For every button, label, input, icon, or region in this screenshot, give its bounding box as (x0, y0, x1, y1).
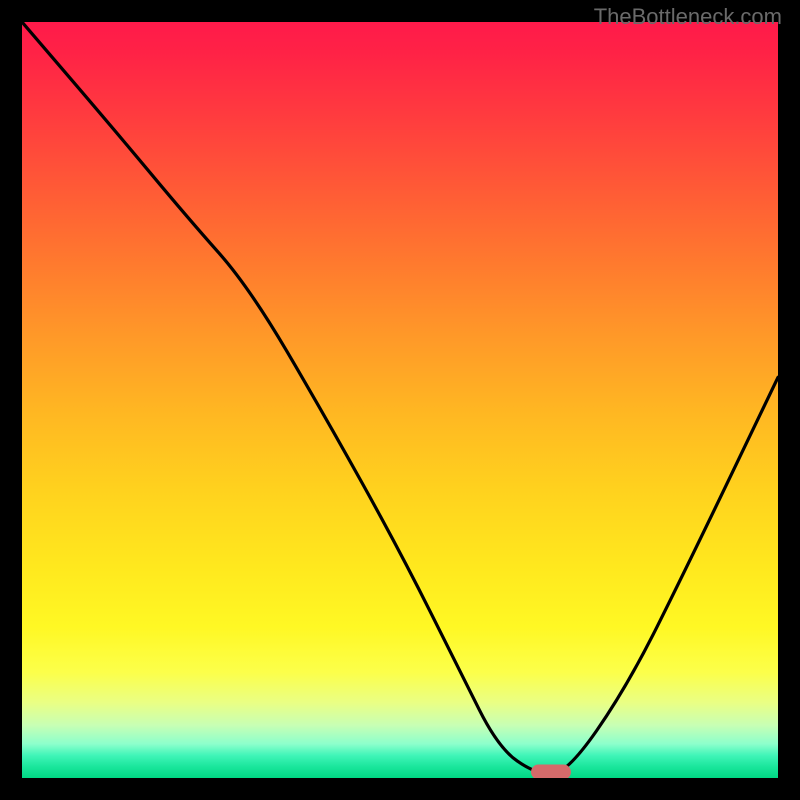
optimal-marker (531, 764, 571, 778)
watermark-text: TheBottleneck.com (594, 4, 782, 30)
plot-area (22, 22, 778, 778)
bottleneck-curve (22, 22, 778, 778)
